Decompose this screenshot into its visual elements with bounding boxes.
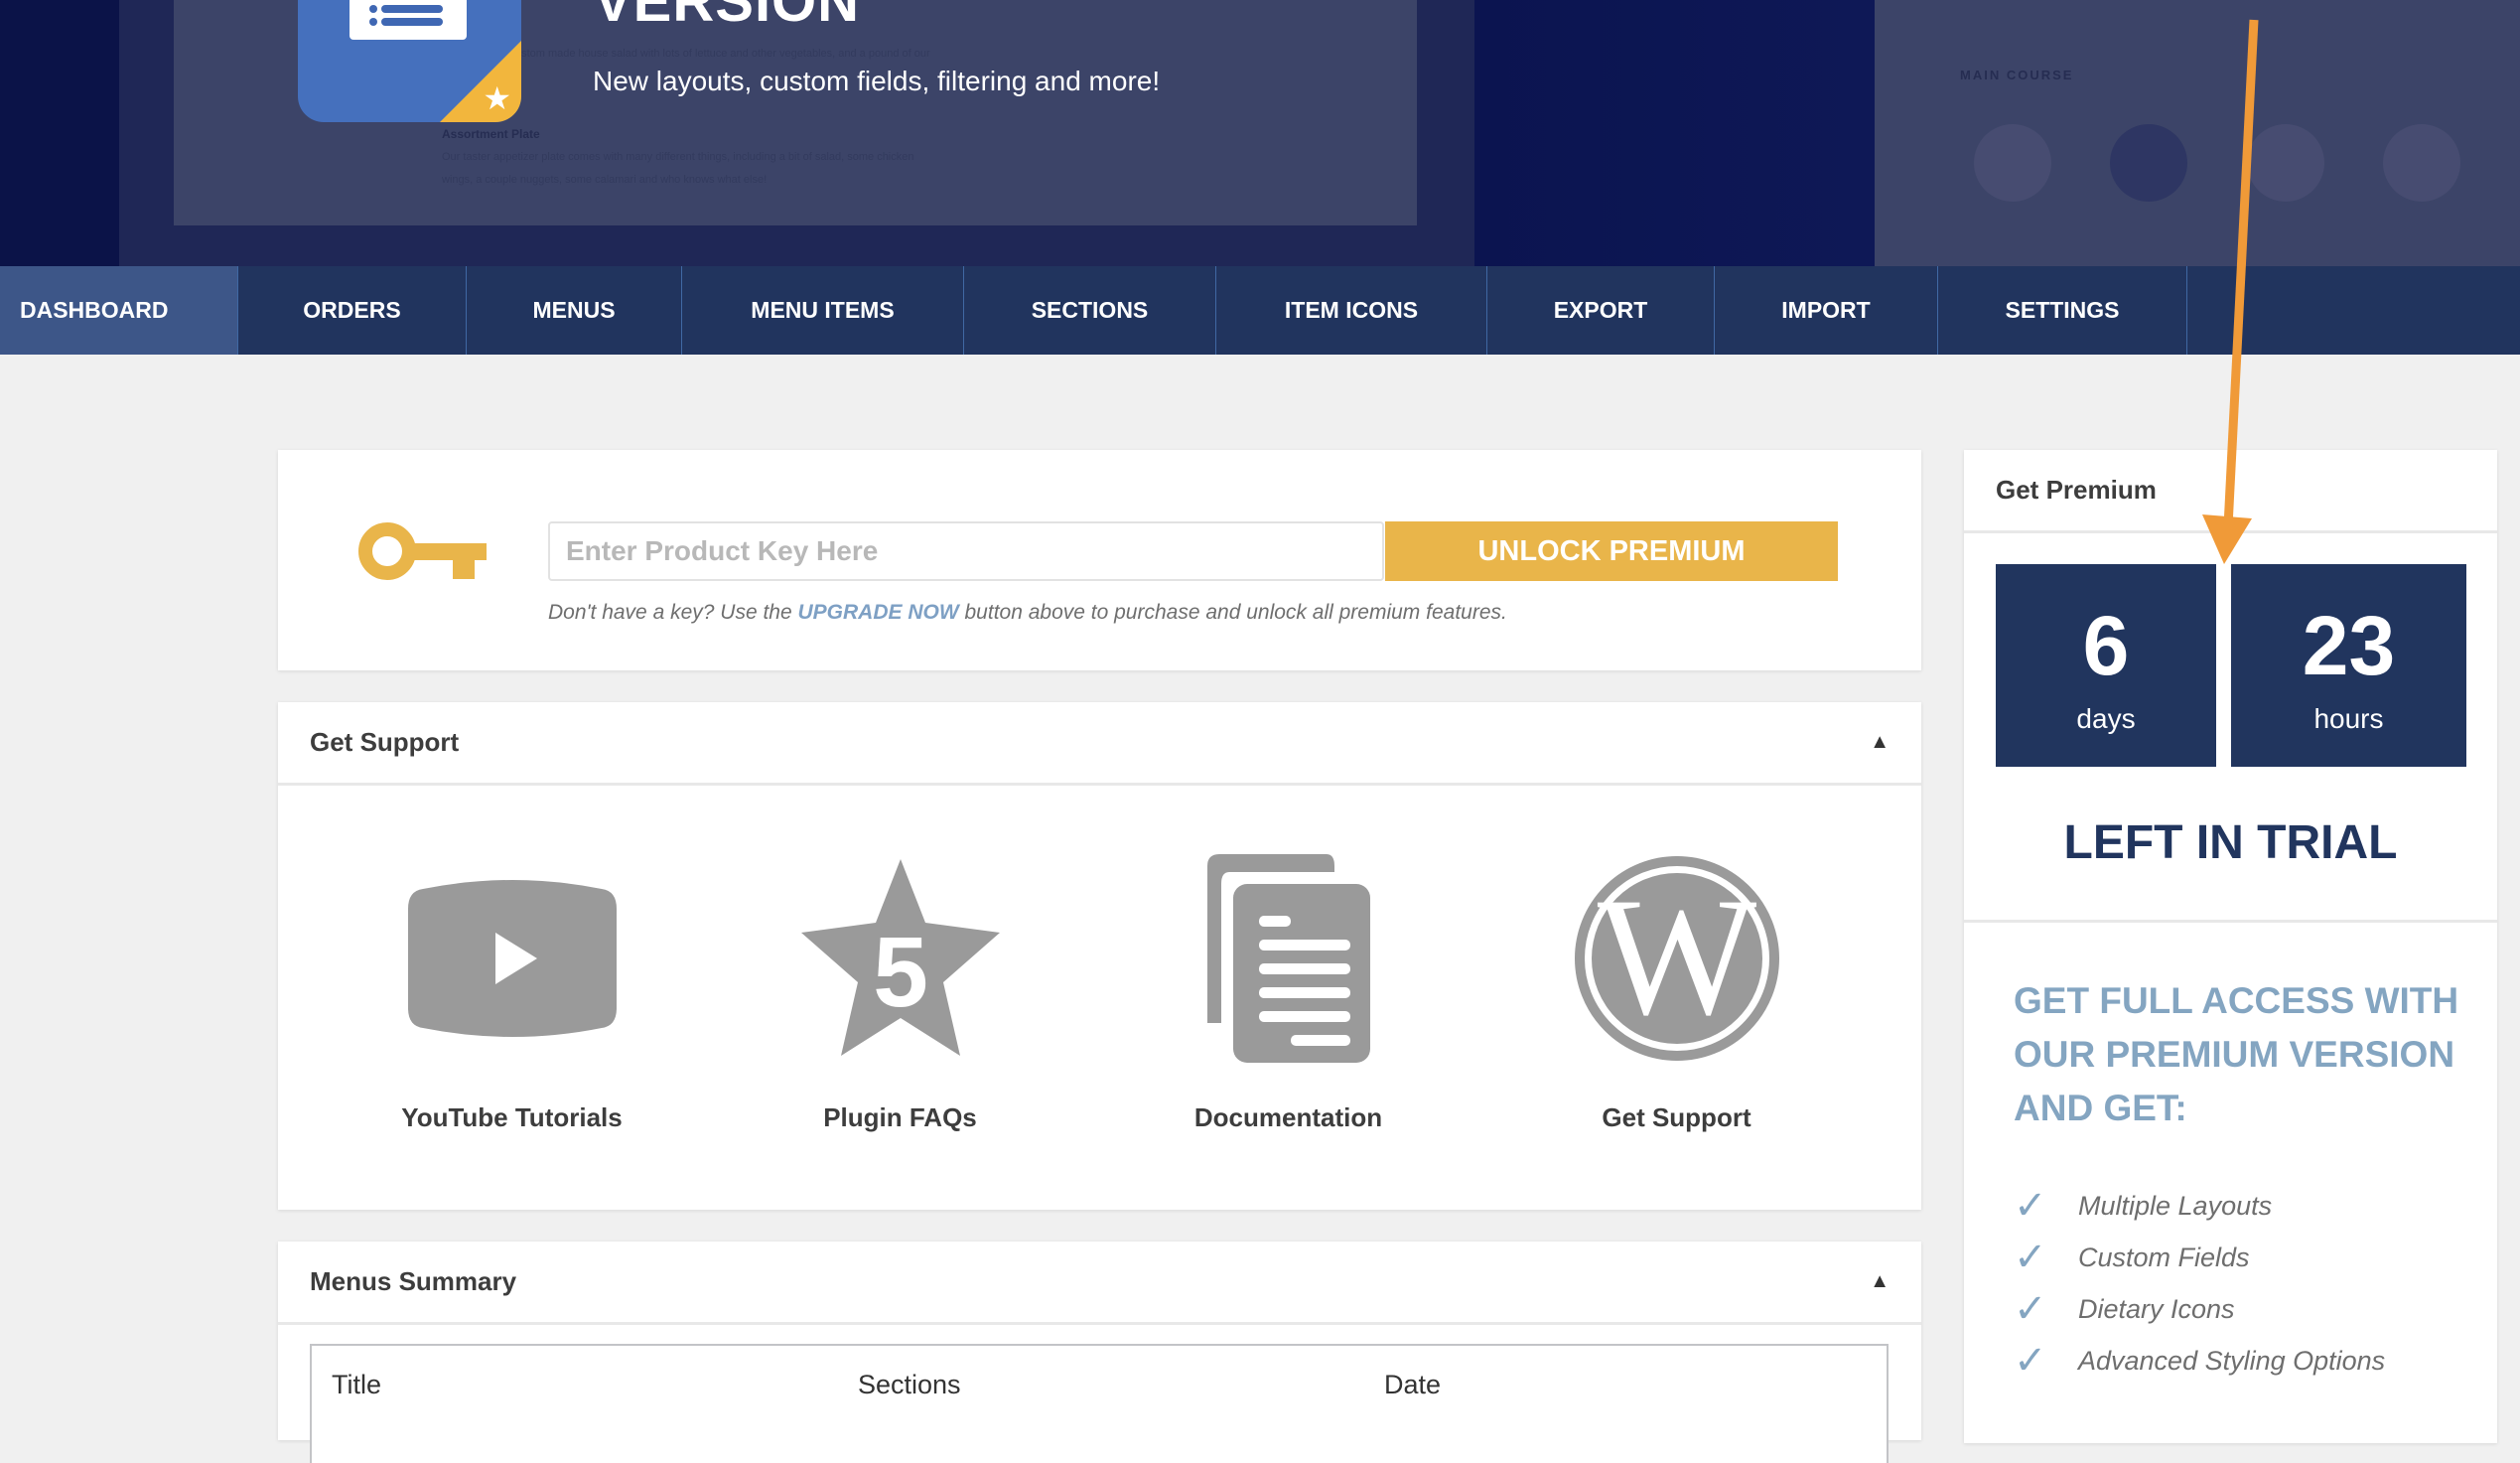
panel-header[interactable]: Get Support ▲ bbox=[278, 702, 1921, 786]
preview-dish-image bbox=[2110, 124, 2187, 202]
star-five-icon: 5 bbox=[793, 851, 1007, 1065]
feature-item: ✓ Advanced Styling Options bbox=[2014, 1335, 2385, 1387]
unlock-premium-button[interactable]: UNLOCK PREMIUM bbox=[1385, 521, 1838, 581]
nav-tab-orders[interactable]: ORDERS bbox=[238, 266, 467, 355]
preview-text: Our taster appetizer plate comes with ma… bbox=[442, 151, 914, 163]
nav-tab-import[interactable]: IMPORT bbox=[1715, 266, 1938, 355]
column-header-sections[interactable]: Sections bbox=[858, 1370, 961, 1400]
collapse-arrow-icon[interactable]: ▲ bbox=[1870, 731, 1890, 754]
feature-item: ✓ Multiple Layouts bbox=[2014, 1180, 2385, 1232]
youtube-icon bbox=[405, 851, 619, 1065]
days-label: days bbox=[2076, 703, 2136, 734]
column-header-date[interactable]: Date bbox=[1384, 1370, 1441, 1400]
feature-label: Multiple Layouts bbox=[2078, 1190, 2273, 1221]
checkmark-icon: ✓ bbox=[2014, 1184, 2047, 1228]
license-key-panel: UNLOCK PREMIUM Don't have a key? Use the… bbox=[278, 450, 1921, 670]
days-countdown: 6 days bbox=[1996, 564, 2216, 767]
support-item-faqs[interactable]: 5 Plugin FAQs bbox=[706, 851, 1094, 1133]
nav-tab-settings[interactable]: SETTINGS bbox=[1938, 266, 2187, 355]
preview-dish-image bbox=[1974, 124, 2051, 202]
product-key-input[interactable] bbox=[548, 521, 1384, 581]
banner-band bbox=[1474, 0, 1875, 266]
checkmark-icon: ✓ bbox=[2014, 1287, 2047, 1331]
menus-table: Title Sections Date bbox=[310, 1344, 1889, 1463]
premium-features-list: ✓ Multiple Layouts ✓ Custom Fields ✓ Dietar… bbox=[2014, 1180, 2385, 1387]
upgrade-now-link[interactable]: UPGRADE NOW bbox=[798, 601, 959, 624]
banner-band bbox=[0, 0, 119, 266]
svg-text:W: W bbox=[1597, 863, 1756, 1050]
panel-title: Get Premium bbox=[1996, 475, 2157, 505]
svg-text:5: 5 bbox=[873, 917, 928, 1028]
banner-preview-image: MAIN COURSE bbox=[1875, 0, 2520, 266]
plugin-logo-icon: ★ bbox=[298, 0, 521, 122]
preview-item-title: Assortment Plate bbox=[442, 127, 540, 141]
wordpress-icon: W bbox=[1570, 851, 1783, 1065]
documents-icon bbox=[1182, 851, 1395, 1065]
get-support-panel: Get Support ▲ YouTube Tutorials 5 Plugin… bbox=[278, 702, 1921, 1210]
support-label: YouTube Tutorials bbox=[401, 1102, 623, 1132]
divider bbox=[1964, 920, 2497, 923]
support-item-youtube[interactable]: YouTube Tutorials bbox=[318, 851, 706, 1133]
trial-status-text: LEFT IN TRIAL bbox=[2063, 816, 2398, 869]
hours-value: 23 bbox=[2302, 599, 2396, 692]
preview-dish-image bbox=[2247, 124, 2324, 202]
nav-tab-menu-items[interactable]: MENU ITEMS bbox=[682, 266, 964, 355]
star-icon: ★ bbox=[483, 80, 511, 116]
panel-header[interactable]: Menus Summary ▲ bbox=[278, 1242, 1921, 1325]
panel-title: Get Support bbox=[310, 727, 460, 757]
preview-section-title: MAIN COURSE bbox=[1960, 68, 2074, 82]
premium-cta-heading: GET FULL ACCESS WITH OUR PREMIUM VERSION… bbox=[2014, 980, 2459, 1128]
nav-tab-export[interactable]: EXPORT bbox=[1487, 266, 1715, 355]
feature-label: Custom Fields bbox=[2078, 1242, 2250, 1272]
support-item-documentation[interactable]: Documentation bbox=[1094, 851, 1482, 1133]
feature-label: Dietary Icons bbox=[2078, 1293, 2235, 1324]
support-label: Plugin FAQs bbox=[823, 1102, 977, 1132]
collapse-arrow-icon[interactable]: ▲ bbox=[1870, 1270, 1890, 1293]
banner-subtitle: New layouts, custom fields, filtering an… bbox=[593, 66, 1161, 96]
help-prefix: Don't have a key? Use the bbox=[548, 601, 798, 624]
main-nav: DASHBOARD ORDERS MENUS MENU ITEMS SECTIO… bbox=[0, 266, 2520, 355]
feature-label: Advanced Styling Options bbox=[2078, 1345, 2386, 1376]
panel-title: Menus Summary bbox=[310, 1266, 517, 1296]
panel-header: Get Premium bbox=[1964, 450, 2497, 533]
support-label: Documentation bbox=[1193, 1102, 1383, 1132]
preview-text: wings, a couple nuggets, some calamari a… bbox=[442, 174, 768, 186]
key-help-text: Don't have a key? Use the UPGRADE NOW bu… bbox=[548, 601, 1507, 625]
days-value: 6 bbox=[2082, 599, 2130, 692]
hours-countdown: 23 hours bbox=[2231, 564, 2466, 767]
nav-tab-menus[interactable]: MENUS bbox=[467, 266, 682, 355]
feature-item: ✓ Dietary Icons bbox=[2014, 1283, 2385, 1335]
checkmark-icon: ✓ bbox=[2014, 1236, 2047, 1279]
help-suffix: button above to purchase and unlock all … bbox=[958, 601, 1507, 624]
hours-label: hours bbox=[2313, 703, 2384, 734]
support-label: Get Support bbox=[1602, 1102, 1751, 1132]
premium-banner: Our very own custom made house salad wit… bbox=[0, 0, 2520, 266]
get-premium-panel: Get Premium 6 days 23 hours LEFT IN TRIA… bbox=[1964, 450, 2497, 1443]
column-header-title[interactable]: Title bbox=[332, 1370, 381, 1400]
checkmark-icon: ✓ bbox=[2014, 1339, 2047, 1383]
nav-tab-dashboard[interactable]: DASHBOARD bbox=[0, 266, 238, 355]
key-icon bbox=[358, 522, 487, 580]
nav-tab-sections[interactable]: SECTIONS bbox=[964, 266, 1216, 355]
banner-title: VERSION bbox=[594, 0, 861, 34]
support-item-get-support[interactable]: W Get Support bbox=[1482, 851, 1871, 1133]
nav-tab-item-icons[interactable]: ITEM ICONS bbox=[1216, 266, 1487, 355]
feature-item: ✓ Custom Fields bbox=[2014, 1232, 2385, 1283]
menus-summary-panel: Menus Summary ▲ Title Sections Date bbox=[278, 1242, 1921, 1463]
preview-dish-image bbox=[2383, 124, 2460, 202]
